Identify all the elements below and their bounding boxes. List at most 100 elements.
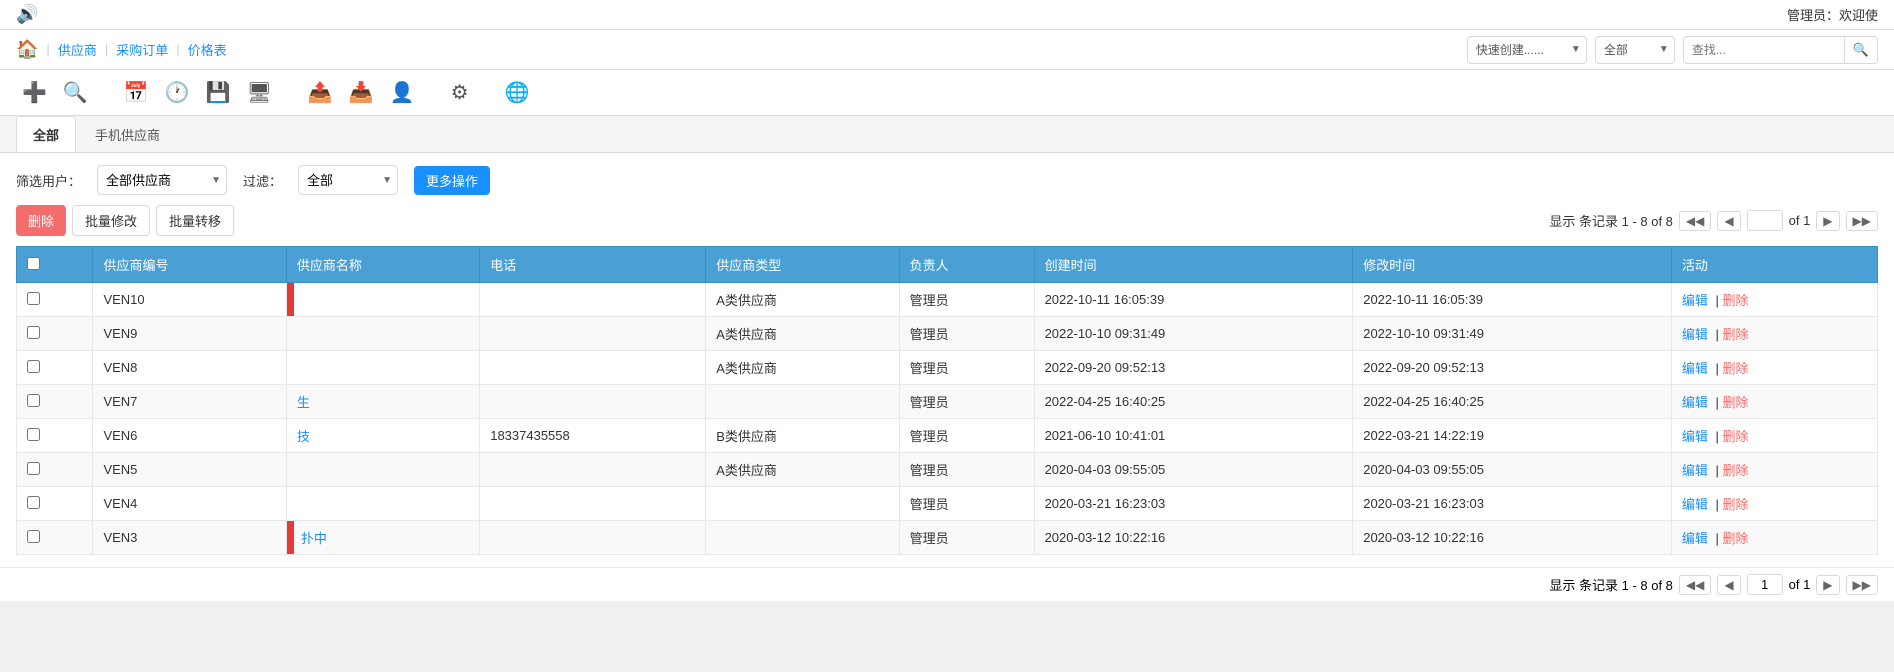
table-row: VEN9A类供应商管理员2022-10-10 09:31:492022-10-1… bbox=[17, 317, 1878, 351]
last-page-button-bottom[interactable]: ▶▶ bbox=[1846, 575, 1878, 595]
row-checkbox-4[interactable] bbox=[27, 428, 40, 441]
delete-button[interactable]: 删除 bbox=[16, 205, 66, 236]
tabs-bar: 全部 手机供应商 bbox=[0, 116, 1894, 153]
edit-link-7[interactable]: 编辑 bbox=[1682, 531, 1708, 546]
table-row: VEN7生管理员2022-04-25 16:40:252022-04-25 16… bbox=[17, 385, 1878, 419]
col-vendor-name: 供应商名称 bbox=[286, 247, 479, 283]
settings-button[interactable]: ⚙ bbox=[445, 76, 475, 109]
delete-link-5[interactable]: 删除 bbox=[1722, 463, 1748, 478]
add-button[interactable]: ➕ bbox=[16, 76, 53, 109]
first-page-button[interactable]: ◀◀ bbox=[1679, 211, 1711, 231]
filter-row: 筛选用户： 全部供应商 ▼ 过滤： 全部 ▼ 更多操作 bbox=[16, 165, 1878, 195]
row-checkbox-0[interactable] bbox=[27, 292, 40, 305]
modified-cell: 2022-10-11 16:05:39 bbox=[1353, 283, 1672, 317]
first-page-button-bottom[interactable]: ◀◀ bbox=[1679, 575, 1711, 595]
vendor-name-cell: 扑中 bbox=[286, 521, 479, 555]
actions-cell: 编辑 | 删除 bbox=[1671, 419, 1877, 453]
delete-link-1[interactable]: 删除 bbox=[1722, 327, 1748, 342]
save-button[interactable]: 💾 bbox=[200, 76, 237, 109]
search-input[interactable] bbox=[1684, 40, 1844, 60]
network-button[interactable]: 🌐 bbox=[499, 76, 536, 109]
prev-page-button[interactable]: ◀ bbox=[1717, 211, 1740, 231]
vendor-type-cell bbox=[706, 385, 899, 419]
edit-link-2[interactable]: 编辑 bbox=[1682, 361, 1708, 376]
vendor-name-cell: 生 bbox=[286, 385, 479, 419]
delete-link-7[interactable]: 删除 bbox=[1722, 531, 1748, 546]
calendar-button[interactable]: 📅 bbox=[118, 76, 155, 109]
import-button[interactable]: 📥 bbox=[343, 76, 380, 109]
more-ops-button[interactable]: 更多操作 bbox=[414, 166, 490, 195]
nav-link-purchase[interactable]: 采购订单 bbox=[116, 40, 168, 59]
export-button[interactable]: 📤 bbox=[302, 76, 339, 109]
next-page-button[interactable]: ▶ bbox=[1816, 211, 1839, 231]
batch-transfer-button[interactable]: 批量转移 bbox=[156, 205, 234, 236]
page-number-input[interactable]: 1 bbox=[1747, 210, 1783, 231]
delete-link-4[interactable]: 删除 bbox=[1722, 429, 1748, 444]
delete-link-6[interactable]: 删除 bbox=[1722, 497, 1748, 512]
red-bar-indicator bbox=[287, 521, 294, 554]
delete-link-3[interactable]: 删除 bbox=[1722, 395, 1748, 410]
phone-cell bbox=[480, 487, 706, 521]
phone-cell bbox=[480, 351, 706, 385]
edit-link-1[interactable]: 编辑 bbox=[1682, 327, 1708, 342]
content-area: 筛选用户： 全部供应商 ▼ 过滤： 全部 ▼ 更多操作 删除 批量修改 批量转移… bbox=[0, 153, 1894, 567]
pagination-bottom-info: 显示 条记录 1 - 8 of 8 bbox=[1549, 575, 1673, 594]
total-pages-text-bottom: of 1 bbox=[1789, 577, 1811, 592]
actions-cell: 编辑 | 删除 bbox=[1671, 351, 1877, 385]
phone-cell: 18337435558 bbox=[480, 419, 706, 453]
vendor-id-cell: VEN5 bbox=[93, 453, 286, 487]
nav-link-supplier[interactable]: 供应商 bbox=[58, 40, 97, 59]
vendor-id-cell: VEN4 bbox=[93, 487, 286, 521]
row-checkbox-1[interactable] bbox=[27, 326, 40, 339]
search-toolbar-button[interactable]: 🔍 bbox=[57, 76, 94, 109]
nav-link-price[interactable]: 价格表 bbox=[188, 40, 227, 59]
page-number-input-bottom[interactable] bbox=[1747, 574, 1783, 595]
user-filter-select[interactable]: 全部供应商 bbox=[97, 165, 227, 195]
row-checkbox-5[interactable] bbox=[27, 462, 40, 475]
filter-all-select[interactable]: 全部 bbox=[1595, 36, 1675, 64]
edit-link-6[interactable]: 编辑 bbox=[1682, 497, 1708, 512]
row-checkbox-3[interactable] bbox=[27, 394, 40, 407]
table-row: VEN3扑中管理员2020-03-12 10:22:162020-03-12 1… bbox=[17, 521, 1878, 555]
delete-link-2[interactable]: 删除 bbox=[1722, 361, 1748, 376]
delete-link-0[interactable]: 删除 bbox=[1722, 293, 1748, 308]
user-button[interactable]: 👤 bbox=[384, 76, 421, 109]
batch-modify-button[interactable]: 批量修改 bbox=[72, 205, 150, 236]
filter-user-label: 筛选用户： bbox=[16, 171, 81, 190]
vendor-name-cell bbox=[286, 453, 479, 487]
created-cell: 2020-03-12 10:22:16 bbox=[1034, 521, 1353, 555]
modified-cell: 2022-03-21 14:22:19 bbox=[1353, 419, 1672, 453]
type-filter-select[interactable]: 全部 bbox=[298, 165, 398, 195]
row-checkbox-6[interactable] bbox=[27, 496, 40, 509]
vendor-name-link[interactable]: 扑中 bbox=[301, 531, 327, 546]
vendor-name-link[interactable]: 技 bbox=[297, 429, 310, 444]
next-page-button-bottom[interactable]: ▶ bbox=[1816, 575, 1839, 595]
row-checkbox-2[interactable] bbox=[27, 360, 40, 373]
search-button[interactable]: 🔍 bbox=[1844, 37, 1877, 63]
clock-button[interactable]: 🕐 bbox=[159, 76, 196, 109]
edit-link-4[interactable]: 编辑 bbox=[1682, 429, 1708, 444]
vendor-type-cell: A类供应商 bbox=[706, 317, 899, 351]
tab-mobile-supplier[interactable]: 手机供应商 bbox=[78, 116, 177, 152]
owner-cell: 管理员 bbox=[899, 487, 1034, 521]
top-bar: 🔊 管理员：欢迎使 bbox=[0, 0, 1894, 30]
nav-bar: 🏠 | 供应商 | 采购订单 | 价格表 快速创建...... ▼ 全部 ▼ 🔍 bbox=[0, 30, 1894, 70]
vendor-name-link[interactable]: 生 bbox=[297, 395, 310, 410]
pagination-top: 显示 条记录 1 - 8 of 8 ◀◀ ◀ 1 of 1 ▶ ▶▶ bbox=[1549, 210, 1878, 231]
vendor-type-cell: A类供应商 bbox=[706, 351, 899, 385]
phone-cell bbox=[480, 317, 706, 351]
row-checkbox-7[interactable] bbox=[27, 530, 40, 543]
pagination-top-info: 显示 条记录 1 - 8 of 8 bbox=[1549, 211, 1673, 230]
edit-link-5[interactable]: 编辑 bbox=[1682, 463, 1708, 478]
last-page-button[interactable]: ▶▶ bbox=[1846, 211, 1878, 231]
monitor-button[interactable]: 🖥 bbox=[241, 76, 278, 109]
quick-create-select[interactable]: 快速创建...... bbox=[1467, 36, 1587, 64]
home-icon[interactable]: 🏠 bbox=[16, 39, 38, 60]
edit-link-0[interactable]: 编辑 bbox=[1682, 293, 1708, 308]
select-all-checkbox[interactable] bbox=[27, 257, 40, 270]
prev-page-button-bottom[interactable]: ◀ bbox=[1717, 575, 1740, 595]
col-phone: 电话 bbox=[480, 247, 706, 283]
edit-link-3[interactable]: 编辑 bbox=[1682, 395, 1708, 410]
vendor-type-cell bbox=[706, 487, 899, 521]
tab-all[interactable]: 全部 bbox=[16, 116, 76, 152]
